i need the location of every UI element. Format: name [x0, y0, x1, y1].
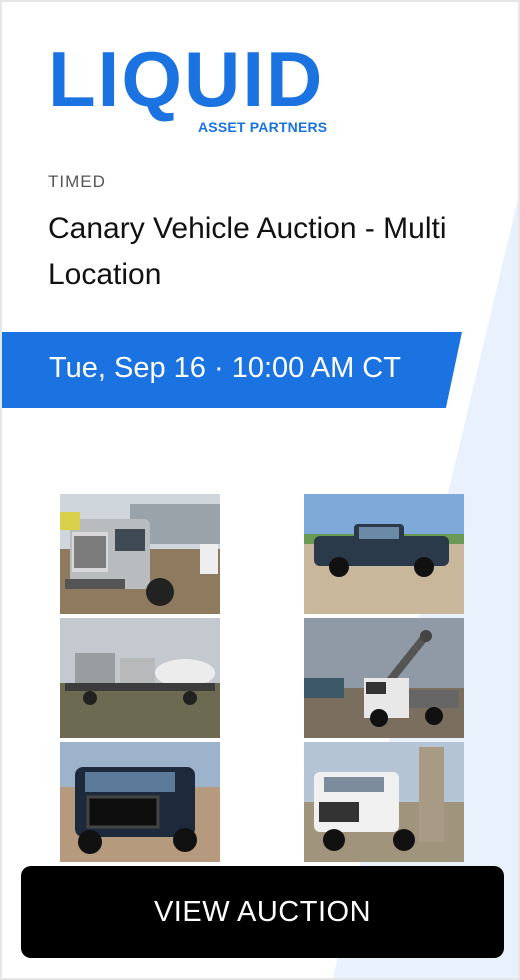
auction-type-label: TIMED: [48, 172, 106, 191]
brand-logo[interactable]: LIQUID ASSET PARTNERS: [48, 40, 353, 138]
view-auction-button[interactable]: VIEW AUCTION: [21, 866, 504, 958]
date-banner: Tue, Sep 16 · 10:00 AM CT: [2, 332, 462, 408]
equipment-trailer-photo[interactable]: [60, 618, 220, 738]
semi-truck-photo[interactable]: [60, 494, 220, 614]
pickup-truck-photo[interactable]: [304, 494, 464, 614]
crane-truck-photo[interactable]: [304, 742, 464, 862]
logo-tagline: ASSET PARTNERS: [198, 119, 328, 135]
auction-card: LIQUID ASSET PARTNERS TIMED Canary Vehic…: [0, 0, 520, 980]
pickup-truck-grille-guard-photo[interactable]: [60, 742, 220, 862]
boom-truck-photo[interactable]: [304, 618, 464, 738]
logo-wordmark: LIQUID: [48, 35, 325, 123]
auction-title[interactable]: Canary Vehicle Auction - Multi Location: [48, 206, 468, 298]
auction-date: Tue, Sep 16 · 10:00 AM CT: [49, 352, 401, 384]
